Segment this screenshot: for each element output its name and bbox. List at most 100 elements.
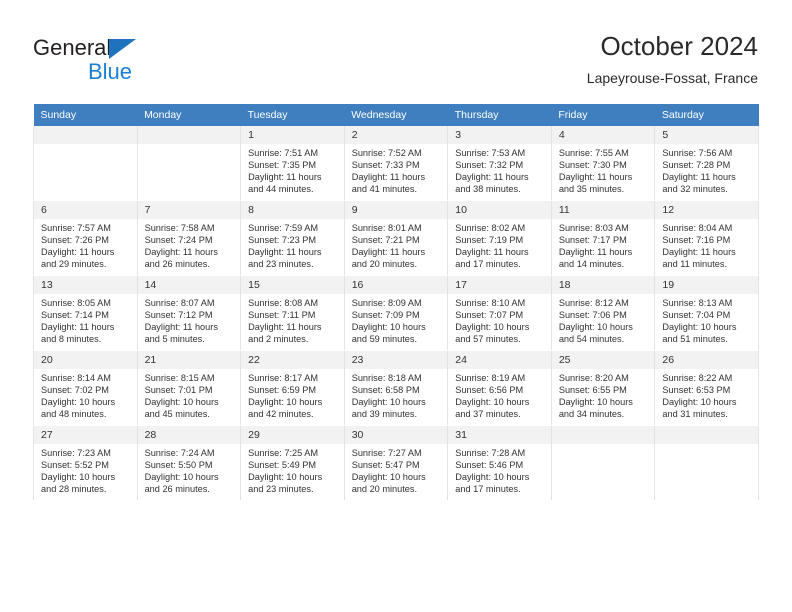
daylight-duration-line1: Daylight: 10 hours (144, 472, 219, 483)
calendar-day-cell[interactable]: 28 Sunrise: 7:24 AM Sunset: 5:50 PM Dayligh… (136, 425, 242, 501)
calendar-day-cell[interactable]: 12 Sunrise: 8:04 AM Sunset: 7:16 PM Dayligh… (654, 200, 759, 276)
weekday-header-friday: Friday (551, 104, 655, 126)
logo-text-general: General (33, 35, 112, 60)
day-number: 2 (344, 126, 448, 144)
calendar-day-cell[interactable]: 31 Sunrise: 7:28 AM Sunset: 5:46 PM Dayligh… (447, 425, 552, 501)
daylight-duration-line1: Daylight: 10 hours (248, 472, 323, 483)
sunset-time: Sunset: 5:47 PM (351, 460, 420, 471)
calendar-day-cell[interactable]: 6 Sunrise: 7:57 AM Sunset: 7:26 PM Daylight… (33, 200, 138, 276)
day-details: Sunrise: 7:23 AM Sunset: 5:52 PM Daylight:… (34, 444, 137, 495)
day-cell-inner: 7 Sunrise: 7:58 AM Sunset: 7:24 PM Daylight… (137, 201, 241, 275)
calendar-day-cell[interactable]: 13 Sunrise: 8:05 AM Sunset: 7:14 PM Dayligh… (33, 275, 138, 351)
general-blue-logo[interactable]: General Blue (33, 35, 233, 91)
sunset-time: Sunset: 7:06 PM (558, 310, 627, 321)
calendar-week-row: 13 Sunrise: 8:05 AM Sunset: 7:14 PM Dayligh… (33, 275, 759, 351)
calendar-day-cell[interactable]: 2 Sunrise: 7:52 AM Sunset: 7:33 PM Daylight… (343, 126, 449, 201)
day-number: 10 (448, 201, 551, 219)
day-details: Sunrise: 8:09 AM Sunset: 7:09 PM Daylight:… (345, 294, 448, 345)
daylight-duration-line2: and 2 minutes. (248, 334, 309, 345)
day-number: 26 (655, 351, 758, 369)
calendar-day-cell[interactable]: 3 Sunrise: 7:53 AM Sunset: 7:32 PM Daylight… (447, 126, 552, 201)
calendar-day-cell[interactable]: 27 Sunrise: 7:23 AM Sunset: 5:52 PM Dayligh… (33, 425, 138, 501)
sunrise-time: Sunrise: 8:05 AM (41, 298, 111, 308)
sunset-time: Sunset: 7:14 PM (41, 310, 109, 321)
calendar-day-cell[interactable]: 23 Sunrise: 8:18 AM Sunset: 6:58 PM Dayligh… (343, 350, 449, 426)
daylight-duration-line2: and 31 minutes. (662, 409, 728, 420)
sunset-time: Sunset: 6:59 PM (248, 385, 317, 396)
sunrise-time: Sunrise: 7:58 AM (144, 223, 215, 233)
daylight-duration-line2: and 34 minutes. (558, 409, 625, 420)
day-number: 4 (551, 126, 655, 144)
day-number: 15 (241, 276, 344, 294)
calendar-day-cell[interactable]: 25 Sunrise: 8:20 AM Sunset: 6:55 PM Dayligh… (550, 350, 656, 426)
calendar-day-cell[interactable]: 15 Sunrise: 8:08 AM Sunset: 7:11 PM Dayligh… (240, 275, 345, 351)
calendar-day-cell[interactable]: 5 Sunrise: 7:56 AM Sunset: 7:28 PM Daylight… (654, 126, 759, 201)
calendar-day-cell[interactable]: 26 Sunrise: 8:22 AM Sunset: 6:53 PM Dayligh… (654, 350, 759, 426)
daylight-duration-line1: Daylight: 11 hours (144, 247, 218, 258)
weekday-header-row: Sunday Monday Tuesday Wednesday Thursday… (33, 104, 759, 126)
calendar-day-cell[interactable]: 8 Sunrise: 7:59 AM Sunset: 7:23 PM Daylight… (240, 200, 345, 276)
day-cell-inner: 25 Sunrise: 8:20 AM Sunset: 6:55 PM Dayligh… (551, 351, 655, 425)
calendar-day-cell[interactable]: 1 Sunrise: 7:51 AM Sunset: 7:35 PM Daylight… (240, 126, 345, 201)
calendar-day-cell[interactable]: 29 Sunrise: 7:25 AM Sunset: 5:49 PM Dayligh… (240, 425, 345, 501)
daylight-duration-line1: Daylight: 11 hours (558, 172, 633, 183)
day-number: 28 (137, 426, 241, 444)
calendar-day-cell[interactable]: 4 Sunrise: 7:55 AM Sunset: 7:30 PM Daylight… (550, 126, 656, 201)
calendar-week-row: 6 Sunrise: 7:57 AM Sunset: 7:26 PM Daylight… (33, 200, 759, 276)
sunrise-time: Sunrise: 7:52 AM (351, 148, 422, 158)
sunset-time: Sunset: 7:32 PM (455, 160, 524, 171)
day-cell-inner: 17 Sunrise: 8:10 AM Sunset: 7:07 PM Dayligh… (448, 276, 551, 350)
calendar-day-cell[interactable]: 9 Sunrise: 8:01 AM Sunset: 7:21 PM Daylight… (343, 200, 449, 276)
day-cell-inner: 15 Sunrise: 8:08 AM Sunset: 7:11 PM Dayligh… (241, 276, 344, 350)
daylight-duration-line2: and 17 minutes. (455, 484, 521, 495)
day-number: 12 (655, 201, 758, 219)
sunrise-time: Sunrise: 7:24 AM (144, 448, 215, 458)
daylight-duration-line1: Daylight: 11 hours (558, 247, 633, 258)
day-cell-inner: 19 Sunrise: 8:13 AM Sunset: 7:04 PM Dayligh… (655, 276, 758, 350)
daylight-duration-line1: Daylight: 11 hours (248, 247, 322, 258)
day-details: Sunrise: 8:22 AM Sunset: 6:53 PM Daylight:… (655, 369, 758, 420)
daylight-duration-line1: Daylight: 10 hours (248, 397, 323, 408)
calendar-day-cell[interactable]: 22 Sunrise: 8:17 AM Sunset: 6:59 PM Dayligh… (240, 350, 345, 426)
daylight-duration-line1: Daylight: 10 hours (455, 397, 530, 408)
day-number (34, 126, 137, 144)
calendar-day-cell[interactable]: 30 Sunrise: 7:27 AM Sunset: 5:47 PM Dayligh… (343, 425, 449, 501)
sunset-time: Sunset: 6:55 PM (558, 385, 627, 396)
day-details: Sunrise: 7:28 AM Sunset: 5:46 PM Daylight:… (448, 444, 551, 495)
weekday-header-monday: Monday (137, 104, 241, 126)
daylight-duration-line2: and 57 minutes. (455, 334, 521, 345)
daylight-duration-line2: and 38 minutes. (455, 184, 521, 195)
sunrise-time: Sunrise: 8:19 AM (455, 373, 526, 383)
daylight-duration-line1: Daylight: 10 hours (662, 397, 737, 408)
day-details: Sunrise: 8:02 AM Sunset: 7:19 PM Daylight:… (448, 219, 551, 270)
sunset-time: Sunset: 6:53 PM (662, 385, 731, 396)
day-cell-inner: 9 Sunrise: 8:01 AM Sunset: 7:21 PM Daylight… (344, 201, 448, 275)
calendar-day-cell[interactable]: 10 Sunrise: 8:02 AM Sunset: 7:19 PM Dayligh… (447, 200, 552, 276)
daylight-duration-line2: and 20 minutes. (351, 259, 418, 270)
calendar-day-cell[interactable]: 21 Sunrise: 8:15 AM Sunset: 7:01 PM Dayligh… (136, 350, 242, 426)
calendar-day-cell[interactable]: 20 Sunrise: 8:14 AM Sunset: 7:02 PM Dayligh… (33, 350, 138, 426)
sunrise-time: Sunrise: 8:10 AM (455, 298, 526, 308)
daylight-duration-line2: and 17 minutes. (455, 259, 521, 270)
daylight-duration-line2: and 20 minutes. (351, 484, 418, 495)
day-number: 3 (448, 126, 551, 144)
calendar-day-cell[interactable]: 19 Sunrise: 8:13 AM Sunset: 7:04 PM Dayligh… (654, 275, 759, 351)
daylight-duration-line1: Daylight: 11 hours (248, 172, 322, 183)
daylight-duration-line2: and 26 minutes. (144, 259, 210, 270)
calendar-day-cell[interactable]: 14 Sunrise: 8:07 AM Sunset: 7:12 PM Dayligh… (136, 275, 242, 351)
calendar-day-cell[interactable]: 7 Sunrise: 7:58 AM Sunset: 7:24 PM Daylight… (136, 200, 242, 276)
calendar-day-cell[interactable]: 18 Sunrise: 8:12 AM Sunset: 7:06 PM Dayligh… (550, 275, 656, 351)
day-cell-inner: 12 Sunrise: 8:04 AM Sunset: 7:16 PM Dayligh… (655, 201, 758, 275)
calendar-day-cell[interactable]: 17 Sunrise: 8:10 AM Sunset: 7:07 PM Dayligh… (447, 275, 552, 351)
sunrise-time: Sunrise: 8:13 AM (662, 298, 733, 308)
day-cell-inner: 29 Sunrise: 7:25 AM Sunset: 5:49 PM Dayligh… (241, 426, 344, 500)
day-details: Sunrise: 8:07 AM Sunset: 7:12 PM Daylight:… (138, 294, 241, 345)
daylight-duration-line1: Daylight: 10 hours (41, 472, 116, 483)
calendar-day-cell[interactable]: 11 Sunrise: 8:03 AM Sunset: 7:17 PM Dayligh… (550, 200, 656, 276)
calendar-day-cell[interactable]: 16 Sunrise: 8:09 AM Sunset: 7:09 PM Dayligh… (343, 275, 449, 351)
calendar-day-cell[interactable]: 24 Sunrise: 8:19 AM Sunset: 6:56 PM Dayligh… (447, 350, 552, 426)
day-cell-inner: 26 Sunrise: 8:22 AM Sunset: 6:53 PM Dayligh… (655, 351, 758, 425)
daylight-duration-line2: and 39 minutes. (351, 409, 418, 420)
daylight-duration-line1: Daylight: 11 hours (248, 322, 322, 333)
sunrise-time: Sunrise: 8:07 AM (144, 298, 215, 308)
